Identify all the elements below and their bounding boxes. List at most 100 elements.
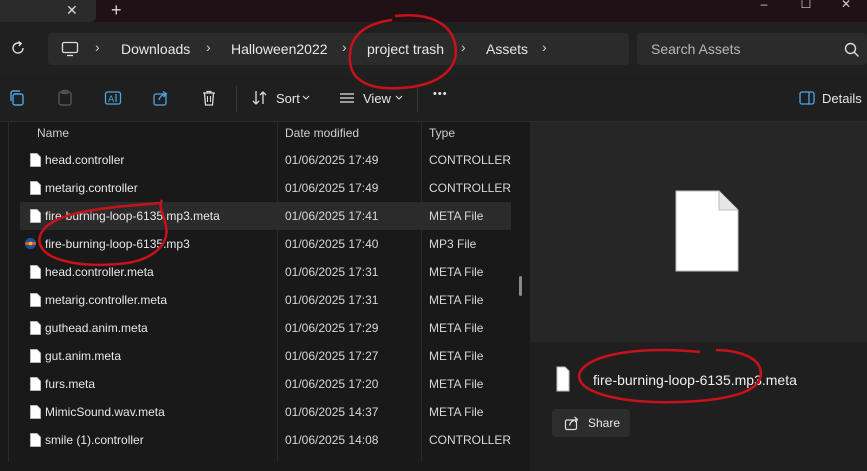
file-icon [30,181,41,195]
file-name: metarig.controller [45,181,138,195]
search-input[interactable]: Search Assets [651,41,741,57]
file-row[interactable]: fire-burning-loop-6135.mp3.meta 01/06/202… [20,202,511,230]
column-divider [8,122,9,462]
details-button[interactable]: Details [822,91,862,106]
file-icon [30,293,41,307]
search-icon[interactable] [843,41,861,59]
title-bar: ✕ + – ☐ ✕ [0,0,867,22]
file-icon [30,405,41,419]
tab-close-icon[interactable]: ✕ [66,2,78,19]
file-date-modified: 01/06/2025 17:20 [285,377,379,391]
file-date-modified: 01/06/2025 14:08 [285,433,379,447]
file-date-modified: 01/06/2025 17:49 [285,181,379,195]
file-row[interactable]: guthead.anim.meta 01/06/2025 17:29 META Fi… [20,314,511,342]
file-name: guthead.anim.meta [45,321,148,335]
column-header-date-modified[interactable]: Date modified [285,126,359,140]
this-pc-icon[interactable] [61,41,79,57]
more-options-button[interactable]: ••• [433,88,448,100]
sort-button[interactable]: Sort [276,91,300,106]
svg-text:A: A [108,95,115,105]
file-row[interactable]: furs.meta 01/06/2025 17:20 META File [20,370,511,398]
address-row: › Downloads › Halloween2022 › project tr… [0,22,867,76]
file-icon [30,321,41,335]
file-list: Name Date modified Type head.controller 0… [0,122,530,471]
minimize-button[interactable]: – [744,0,784,10]
sort-icon[interactable] [251,89,269,107]
file-name: head.controller.meta [45,265,154,279]
file-date-modified: 01/06/2025 17:41 [285,209,379,223]
file-row[interactable]: metarig.controller 01/06/2025 17:49 CONTRO… [20,174,511,202]
breadcrumb-separator[interactable]: › [206,39,211,55]
breadcrumb-halloween2022[interactable]: Halloween2022 [231,41,328,57]
scrollbar-thumb[interactable] [519,276,522,296]
breadcrumb-separator[interactable]: › [95,39,100,55]
file-type: CONTROLLER File [429,153,511,167]
file-name: fire-burning-loop-6135.mp3.meta [45,209,220,223]
file-type: META File [429,265,484,279]
file-type: META File [429,293,484,307]
file-date-modified: 01/06/2025 14:37 [285,405,379,419]
command-bar: A Sort View ••• Details [0,76,867,122]
view-button[interactable]: View [363,91,391,106]
breadcrumb-separator[interactable]: › [461,39,466,55]
share-button[interactable]: Share [552,409,630,437]
view-icon[interactable] [338,89,356,107]
column-header-name[interactable]: Name [37,126,69,140]
file-name: smile (1).controller [45,433,144,447]
file-row[interactable]: fire-burning-loop-6135.mp3 01/06/2025 17:… [20,230,511,258]
file-row[interactable]: MimicSound.wav.meta 01/06/2025 14:37 META … [20,398,511,426]
file-type: CONTROLLER File [429,181,511,195]
file-row[interactable]: head.controller.meta 01/06/2025 17:31 META… [20,258,511,286]
toolbar-divider [417,86,418,112]
details-file-name: fire-burning-loop-6135.mp3.meta [593,372,797,388]
share-button-label: Share [588,416,621,430]
breadcrumb-downloads[interactable]: Downloads [121,41,190,57]
file-type: CONTROLLER File [429,433,511,447]
chevron-down-icon[interactable] [395,89,403,107]
breadcrumb-separator[interactable]: › [342,39,347,55]
file-type: META File [429,349,484,363]
toolbar-divider [236,86,237,112]
file-row[interactable]: gut.anim.meta 01/06/2025 17:27 META File [20,342,511,370]
file-row[interactable]: metarig.controller.meta 01/06/2025 17:31 M… [20,286,511,314]
copy-icon[interactable] [8,89,26,107]
file-date-modified: 01/06/2025 17:40 [285,237,379,251]
audio-file-icon [24,237,37,250]
file-row[interactable]: smile (1).controller 01/06/2025 14:08 CONT… [20,426,511,454]
file-icon [30,433,41,447]
details-pane: fire-burning-loop-6135.mp3.meta Share [530,122,867,471]
file-icon [30,153,41,167]
delete-icon[interactable] [200,89,218,107]
file-name: metarig.controller.meta [45,293,168,307]
refresh-icon[interactable] [9,39,27,57]
file-date-modified: 01/06/2025 17:29 [285,321,379,335]
maximize-button[interactable]: ☐ [786,0,826,10]
rename-icon[interactable]: A [104,89,122,107]
file-icon [30,209,41,223]
file-icon [30,377,41,391]
new-tab-button[interactable]: + [111,0,122,20]
browser-tab[interactable]: ✕ [0,0,96,22]
file-type: META File [429,209,484,223]
search-box[interactable]: Search Assets [637,33,867,65]
file-type: MP3 File [429,237,477,251]
file-type: META File [429,377,484,391]
breadcrumb-assets[interactable]: Assets [486,41,528,57]
file-icon [556,366,570,392]
preview-area [530,122,867,342]
file-row[interactable]: head.controller 01/06/2025 17:49 CONTROLLE… [20,146,511,174]
file-date-modified: 01/06/2025 17:31 [285,293,379,307]
breadcrumb-project-trash[interactable]: project trash [367,41,444,57]
details-pane-icon[interactable] [798,89,816,107]
column-header-type[interactable]: Type [429,126,455,140]
breadcrumb[interactable]: › Downloads › Halloween2022 › project tr… [48,33,629,65]
share-icon[interactable] [152,89,170,107]
breadcrumb-separator[interactable]: › [542,39,547,55]
file-date-modified: 01/06/2025 17:49 [285,153,379,167]
close-window-button[interactable]: ✕ [826,0,866,10]
paste-icon[interactable] [56,89,74,107]
file-name: fire-burning-loop-6135.mp3 [45,237,190,251]
file-name: gut.anim.meta [45,349,122,363]
chevron-down-icon[interactable] [302,89,310,107]
file-icon [30,349,41,363]
